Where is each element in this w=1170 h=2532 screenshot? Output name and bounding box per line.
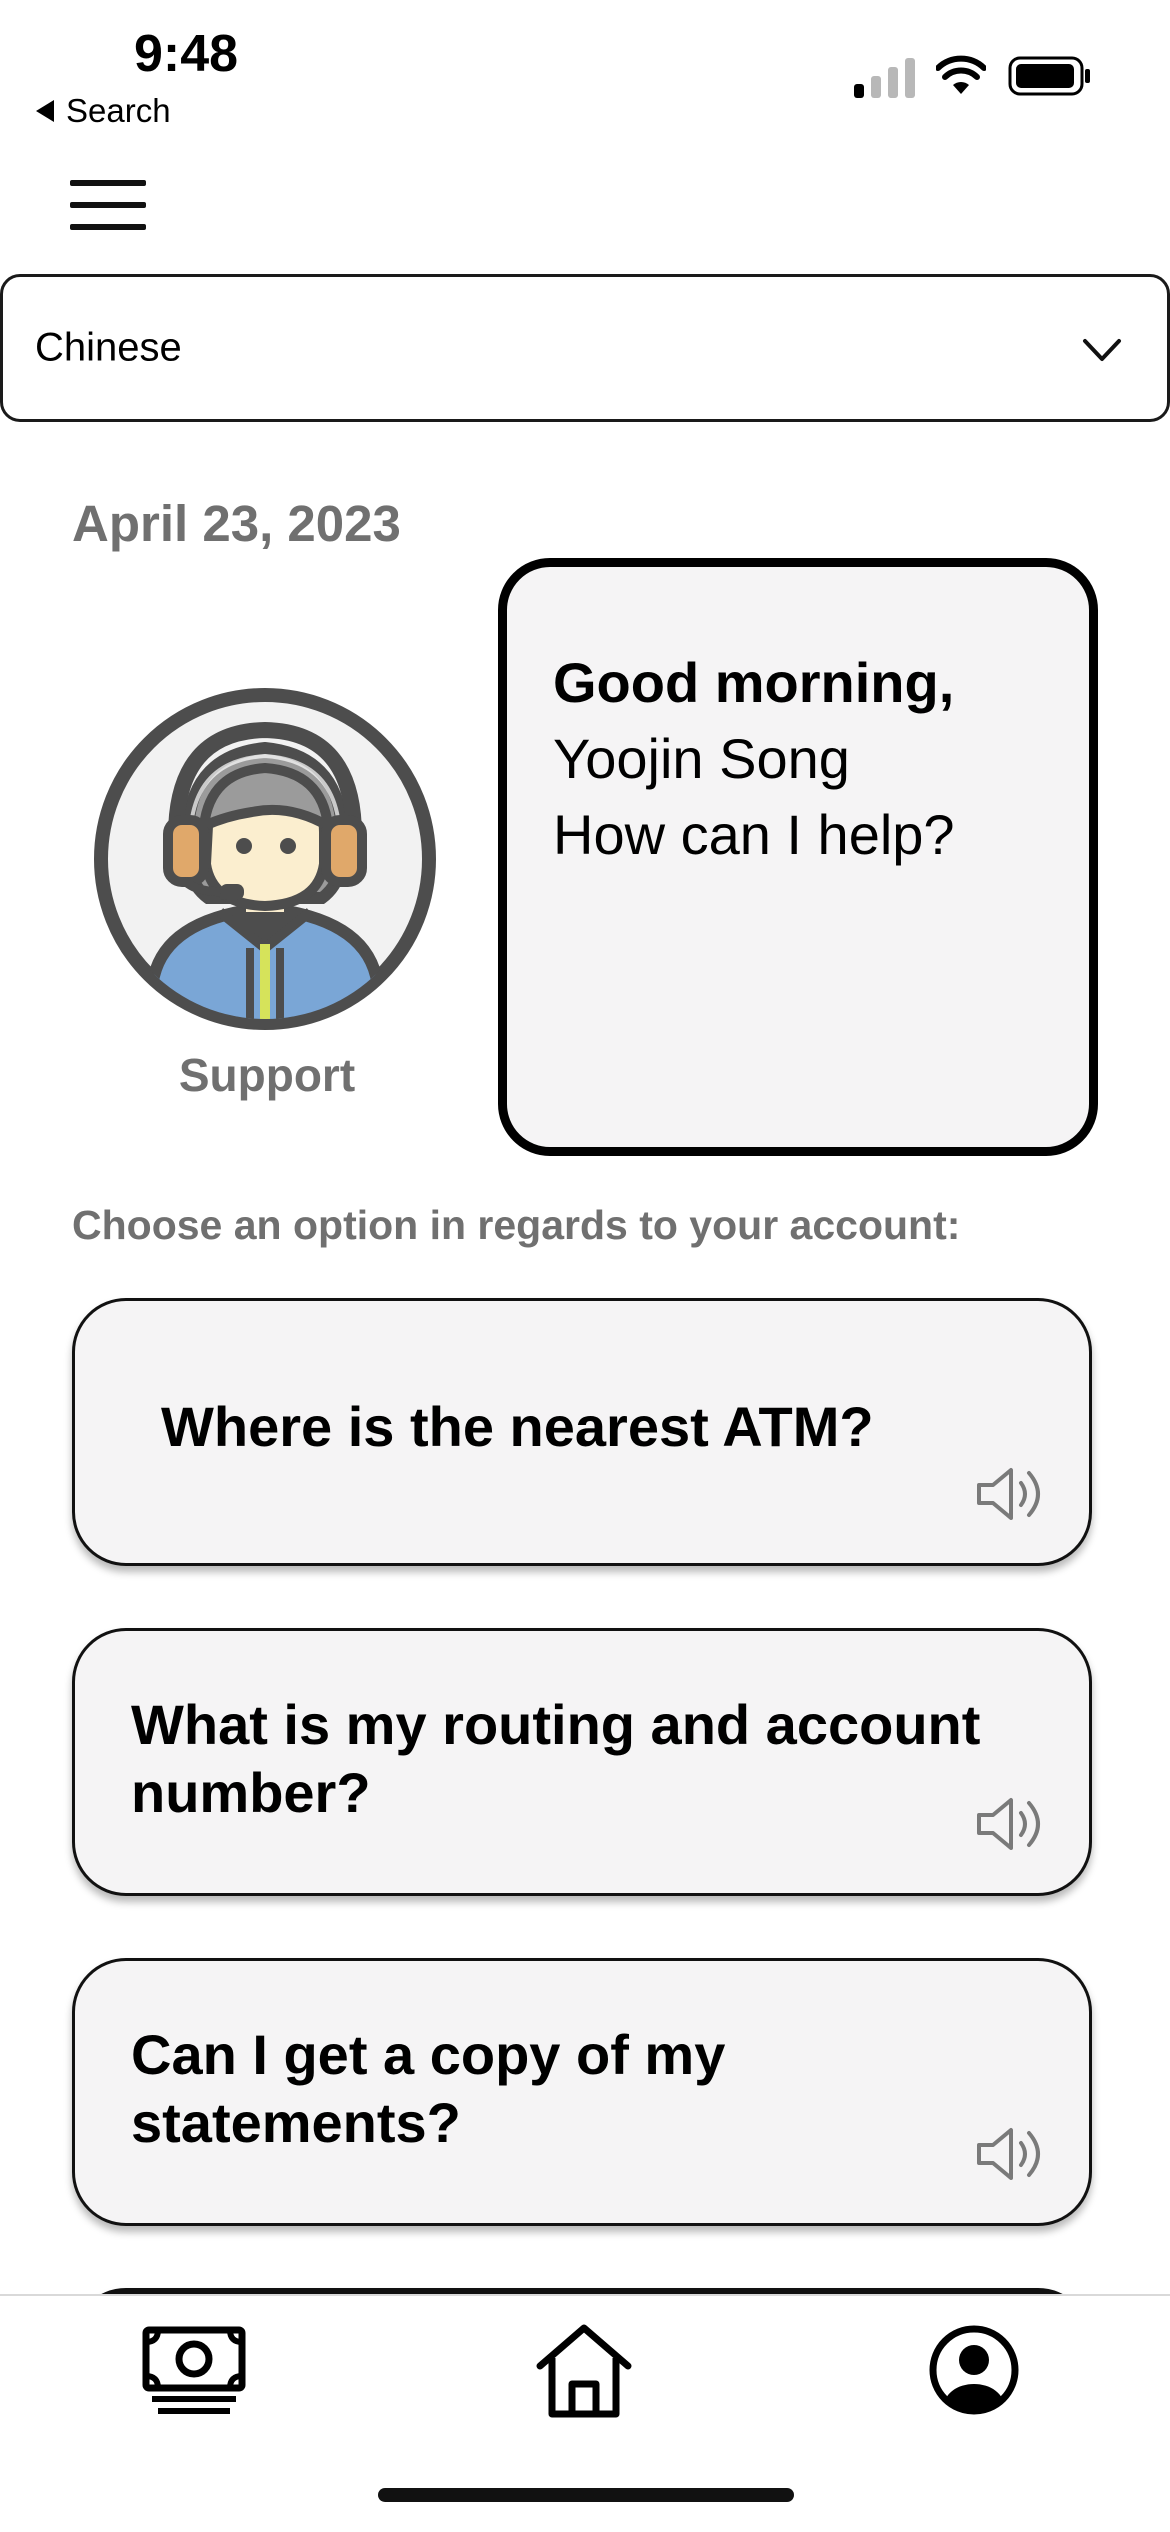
hamburger-menu-icon[interactable] (70, 180, 146, 230)
option-text: What is my routing and account number? (131, 1693, 981, 1824)
battery-icon (1008, 56, 1090, 96)
back-triangle-icon (36, 100, 54, 122)
cellular-signal-icon (854, 58, 915, 98)
option-copy-of-statements[interactable]: Can I get a copy of my statements? (72, 1958, 1092, 2226)
profile-icon[interactable] (928, 2324, 1020, 2416)
speaker-icon[interactable] (975, 2125, 1051, 2183)
back-label: Search (66, 92, 171, 129)
greeting-bubble: Good morning, Yoojin Song How can I help… (498, 558, 1098, 1156)
language-value: Chinese (35, 325, 182, 370)
home-icon[interactable] (536, 2322, 632, 2418)
option-text: Where is the nearest ATM? (161, 1395, 874, 1458)
support-label: Support (178, 1049, 356, 1101)
home-indicator[interactable] (378, 2488, 794, 2502)
option-routing-account-number[interactable]: What is my routing and account number? (72, 1628, 1092, 1896)
speaker-icon[interactable] (975, 1465, 1051, 1523)
greeting-user-name: Yoojin Song (553, 727, 850, 790)
status-time: 9:48 (134, 25, 239, 83)
greeting-question: How can I help? (553, 803, 955, 866)
speaker-icon[interactable] (975, 1795, 1051, 1853)
wifi-icon (936, 55, 986, 94)
greeting-line-1: Good morning, (553, 651, 955, 714)
chevron-down-icon (1083, 339, 1121, 361)
money-icon[interactable] (142, 2326, 246, 2418)
options-prompt: Choose an option in regards to your acco… (72, 1202, 961, 1248)
language-select[interactable]: Chinese (0, 274, 1170, 422)
support-agent-avatar (94, 688, 436, 1030)
date-label: April 23, 2023 (72, 495, 401, 552)
option-text: Can I get a copy of my statements? (131, 2023, 726, 2154)
back-to-search[interactable]: Search (36, 92, 171, 130)
option-nearest-atm[interactable]: Where is the nearest ATM? (72, 1298, 1092, 1566)
